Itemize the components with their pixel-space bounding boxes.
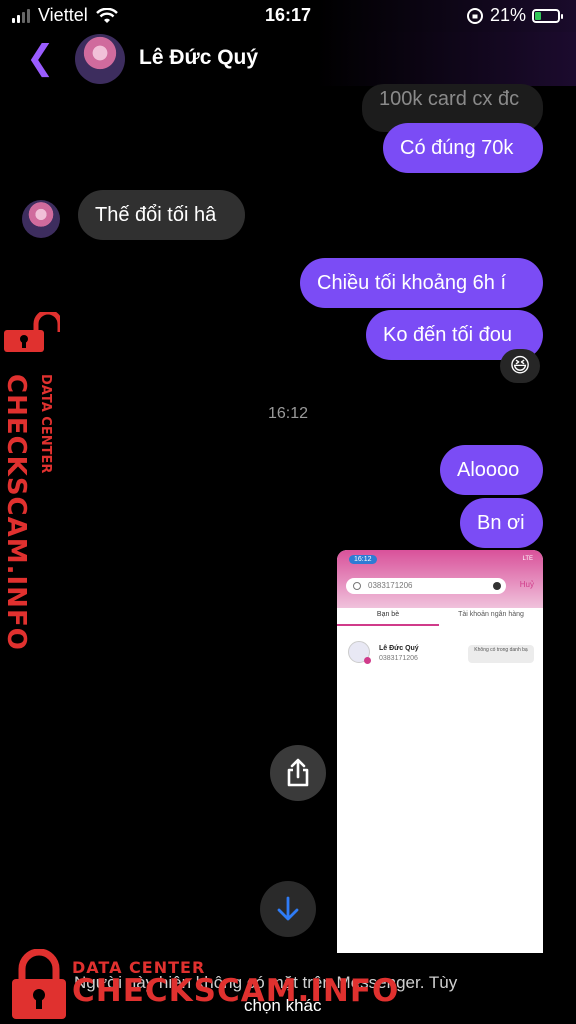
status-bar: Viettel 16:17 21% [0,0,576,32]
clear-icon [493,582,501,590]
contact-small-avatar[interactable] [22,200,60,238]
arrow-down-icon [277,896,299,921]
image-tabs: Bạn bè Tài khoản ngân hàng [337,608,543,626]
status-right: 21% [466,5,563,26]
shared-image-message[interactable]: 16:12 LTE 0383171206 Huỷ Bạn bè Tài khoả… [337,550,543,953]
contact-avatar[interactable] [75,34,125,84]
message-bubble-incoming[interactable]: Thế đổi tối hâ [78,190,245,240]
message-bubble-outgoing[interactable]: Bn ơi [460,498,543,548]
watermark-small-text: DATA CENTER [38,374,53,474]
battery-percent: 21% [489,5,526,25]
reaction-emoji[interactable]: 😆 [500,349,540,383]
image-cancel-label: Huỷ [519,580,534,589]
message-timestamp: 16:12 [267,405,309,422]
padlock-icon [12,949,66,1019]
image-result-phone: 0383171206 [379,655,418,662]
search-icon [353,582,361,590]
contact-name[interactable]: Lê Đức Quý [139,46,258,70]
watermark-bottom: DATA CENTER CHECKSCAM.INFO [0,944,576,1024]
watermark-big-text: CHECKSCAM.INFO [1,374,31,651]
watermark-side: CHECKSCAM.INFO DATA CENTER [1,312,62,651]
chat-header: ❮ Lê Đức Quý [0,32,576,86]
image-time: 16:12 [349,555,377,564]
share-icon [287,758,309,787]
image-result-name: Lê Đức Quý [379,645,419,652]
padlock-icon [4,312,60,352]
share-button[interactable] [270,745,326,801]
watermark-big-text: CHECKSCAM.INFO [72,973,400,1009]
orientation-lock-icon [466,7,483,24]
image-search-value: 0383171206 [368,581,413,590]
image-result-chip: Không có trong danh bạ [468,645,534,663]
back-chevron-icon[interactable]: ❮ [26,40,55,76]
image-result-row: Lê Đức Quý 0383171206 Không có trong dan… [337,636,543,672]
image-result-avatar [348,641,371,664]
image-tab-bank: Tài khoản ngân hàng [458,611,524,618]
image-signal: LTE [522,556,533,562]
message-bubble-outgoing[interactable]: Có đúng 70k [383,123,543,173]
image-tab-friends: Bạn bè [337,608,439,626]
message-bubble-outgoing[interactable]: Chiều tối khoảng 6h í [300,258,543,308]
image-search-field: 0383171206 [346,578,506,594]
battery-icon [532,8,563,23]
message-bubble-outgoing[interactable]: Aloooo [440,445,543,495]
scroll-down-button[interactable] [260,881,316,937]
